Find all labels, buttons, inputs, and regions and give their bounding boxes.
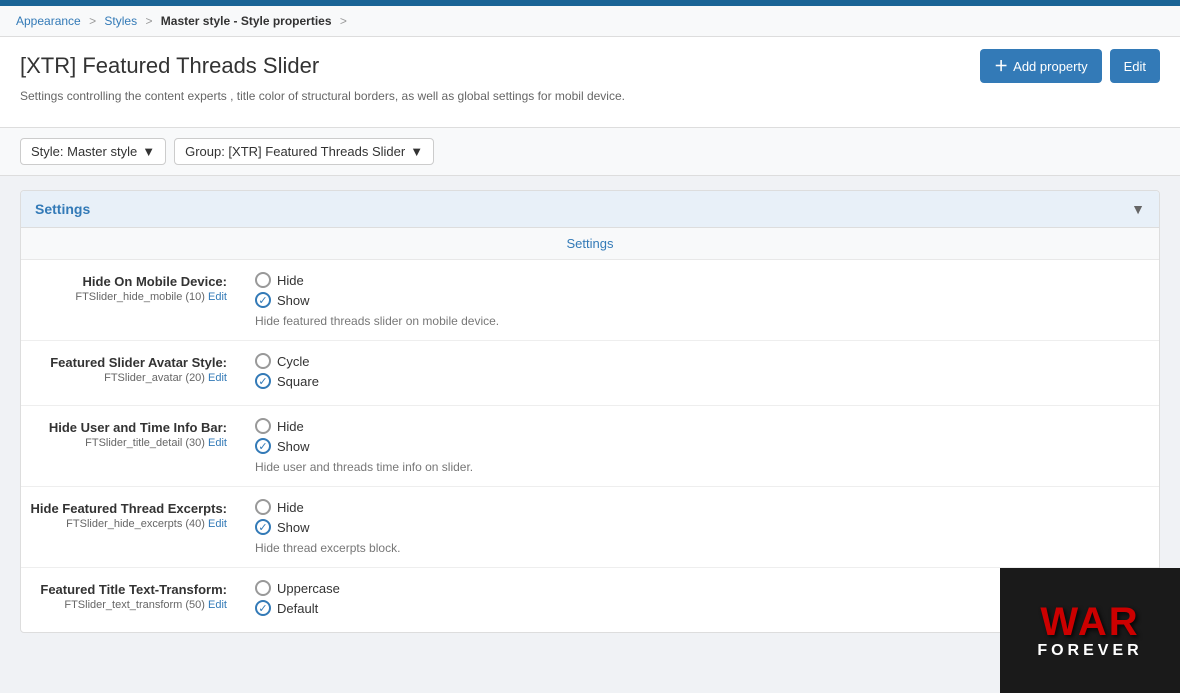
style-dropdown-label: Style: Master style: [31, 144, 137, 159]
style-dropdown[interactable]: Style: Master style ▼: [20, 138, 166, 165]
watermark: WAR FOREVER: [1000, 568, 1180, 693]
row-2-edit-link[interactable]: Edit: [208, 437, 227, 449]
value-cell-2: Hide ✓ Show Hide user and threads time i…: [241, 406, 1159, 487]
radio-circle-3-0[interactable]: [255, 499, 271, 515]
breadcrumb-styles[interactable]: Styles: [104, 14, 137, 28]
radio-label-1-1: Square: [277, 374, 319, 389]
breadcrumb-current: Master style - Style properties: [161, 14, 332, 28]
hint-2: Hide user and threads time info on slide…: [255, 460, 1145, 474]
header-actions: ＋ Add property Edit: [980, 49, 1160, 83]
header-section: [XTR] Featured Threads Slider ＋ Add prop…: [0, 37, 1180, 128]
group-dropdown-label: Group: [XTR] Featured Threads Slider: [185, 144, 405, 159]
radio-check-4-1[interactable]: ✓: [255, 600, 271, 616]
edit-button[interactable]: Edit: [1110, 49, 1160, 83]
row-0-edit-link[interactable]: Edit: [208, 291, 227, 303]
radio-label-2-1: Show: [277, 439, 310, 454]
table-row: Hide User and Time Info Bar: FTSlider_ti…: [21, 406, 1159, 487]
table-row: Hide On Mobile Device: FTSlider_hide_mob…: [21, 260, 1159, 341]
radio-label-0-0: Hide: [277, 273, 304, 288]
settings-header[interactable]: Settings ▼: [21, 191, 1159, 228]
page-description: Settings controlling the content experts…: [20, 89, 1160, 103]
radio-option-3-1: ✓ Show: [255, 519, 1145, 535]
radio-check-1-1[interactable]: ✓: [255, 373, 271, 389]
row-3-edit-link[interactable]: Edit: [208, 518, 227, 530]
row-1-edit-link[interactable]: Edit: [208, 372, 227, 384]
label-cell-2: Hide User and Time Info Bar: FTSlider_ti…: [21, 406, 241, 487]
table-row: Hide Featured Thread Excerpts: FTSlider_…: [21, 487, 1159, 568]
header-top: [XTR] Featured Threads Slider ＋ Add prop…: [20, 49, 1160, 83]
radio-option-2-0: Hide: [255, 418, 1145, 434]
radio-label-4-0: Uppercase: [277, 581, 340, 596]
radio-check-2-1[interactable]: ✓: [255, 438, 271, 454]
radio-label-3-0: Hide: [277, 500, 304, 515]
radio-label-2-0: Hide: [277, 419, 304, 434]
plus-icon: ＋: [994, 56, 1008, 76]
style-dropdown-chevron: ▼: [142, 144, 155, 159]
watermark-line2: FOREVER: [1037, 642, 1142, 660]
radio-option-0-0: Hide: [255, 272, 1145, 288]
row-4-label: Featured Title Text-Transform:: [21, 582, 227, 597]
hint-3: Hide thread excerpts block.: [255, 541, 1145, 555]
radio-check-0-1[interactable]: ✓: [255, 292, 271, 308]
value-cell-1: Cycle ✓ Square: [241, 341, 1159, 406]
hint-0: Hide featured threads slider on mobile d…: [255, 314, 1145, 328]
radio-circle-4-0[interactable]: [255, 580, 271, 596]
add-property-label: Add property: [1013, 59, 1087, 74]
group-dropdown-chevron: ▼: [410, 144, 423, 159]
radio-option-0-1: ✓ Show: [255, 292, 1145, 308]
settings-table: Hide On Mobile Device: FTSlider_hide_mob…: [21, 260, 1159, 632]
value-cell-0: Hide ✓ Show Hide featured threads slider…: [241, 260, 1159, 341]
add-property-button[interactable]: ＋ Add property: [980, 49, 1101, 83]
breadcrumb-sep-2: >: [145, 14, 155, 28]
radio-circle-2-0[interactable]: [255, 418, 271, 434]
filter-bar: Style: Master style ▼ Group: [XTR] Featu…: [0, 128, 1180, 176]
page-title: [XTR] Featured Threads Slider: [20, 53, 319, 79]
breadcrumb-sep-1: >: [89, 14, 99, 28]
breadcrumb-appearance[interactable]: Appearance: [16, 14, 81, 28]
radio-option-1-1: ✓ Square: [255, 373, 1145, 389]
row-2-sub: FTSlider_title_detail (30) Edit: [21, 437, 227, 449]
row-1-sub: FTSlider_avatar (20) Edit: [21, 372, 227, 384]
radio-label-4-1: Default: [277, 601, 318, 616]
radio-option-2-1: ✓ Show: [255, 438, 1145, 454]
radio-check-3-1[interactable]: ✓: [255, 519, 271, 535]
row-1-label: Featured Slider Avatar Style:: [21, 355, 227, 370]
label-cell-1: Featured Slider Avatar Style: FTSlider_a…: [21, 341, 241, 406]
settings-sub-header: Settings: [21, 228, 1159, 260]
radio-circle-0-0[interactable]: [255, 272, 271, 288]
radio-option-3-0: Hide: [255, 499, 1145, 515]
breadcrumb-sep-3: >: [340, 14, 347, 28]
radio-option-1-0: Cycle: [255, 353, 1145, 369]
radio-label-3-1: Show: [277, 520, 310, 535]
row-0-label: Hide On Mobile Device:: [21, 274, 227, 289]
settings-panel: Settings ▼ Settings Hide On Mobile Devic…: [20, 190, 1160, 633]
row-4-edit-link[interactable]: Edit: [208, 599, 227, 611]
breadcrumb: Appearance > Styles > Master style - Sty…: [0, 6, 1180, 37]
row-4-sub: FTSlider_text_transform (50) Edit: [21, 599, 227, 611]
watermark-content: WAR FOREVER: [1037, 602, 1142, 660]
row-2-label: Hide User and Time Info Bar:: [21, 420, 227, 435]
table-row: Featured Title Text-Transform: FTSlider_…: [21, 568, 1159, 633]
label-cell-4: Featured Title Text-Transform: FTSlider_…: [21, 568, 241, 633]
group-dropdown[interactable]: Group: [XTR] Featured Threads Slider ▼: [174, 138, 434, 165]
radio-label-0-1: Show: [277, 293, 310, 308]
value-cell-3: Hide ✓ Show Hide thread excerpts block.: [241, 487, 1159, 568]
table-row: Featured Slider Avatar Style: FTSlider_a…: [21, 341, 1159, 406]
radio-circle-1-0[interactable]: [255, 353, 271, 369]
row-0-sub: FTSlider_hide_mobile (10) Edit: [21, 291, 227, 303]
watermark-line1: WAR: [1037, 602, 1142, 642]
row-3-sub: FTSlider_hide_excerpts (40) Edit: [21, 518, 227, 530]
label-cell-0: Hide On Mobile Device: FTSlider_hide_mob…: [21, 260, 241, 341]
label-cell-3: Hide Featured Thread Excerpts: FTSlider_…: [21, 487, 241, 568]
settings-header-title: Settings: [35, 201, 90, 217]
radio-label-1-0: Cycle: [277, 354, 310, 369]
settings-chevron-icon: ▼: [1131, 201, 1145, 217]
row-3-label: Hide Featured Thread Excerpts:: [21, 501, 227, 516]
